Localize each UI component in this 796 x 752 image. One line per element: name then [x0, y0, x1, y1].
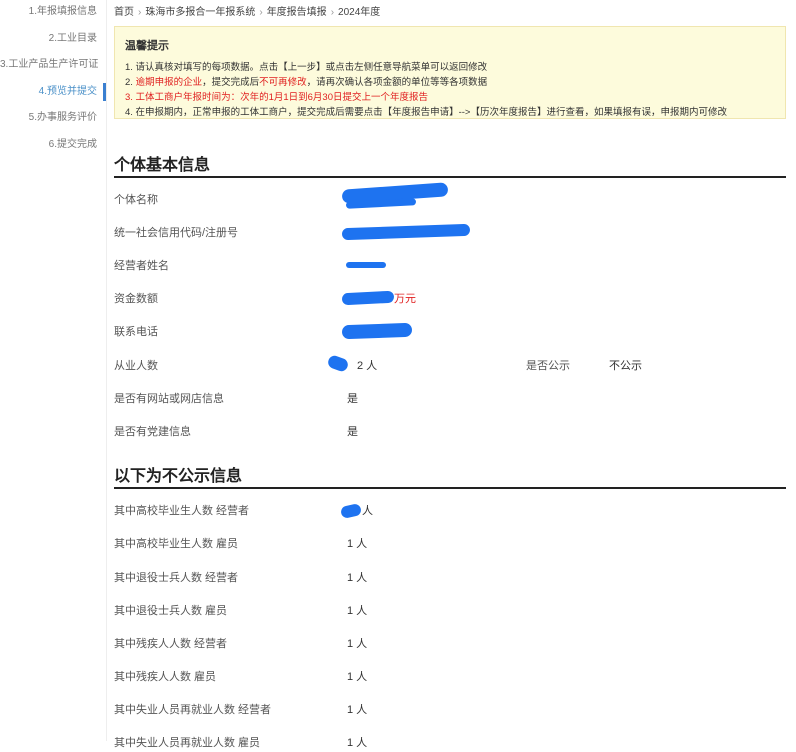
- breadcrumb-annual-report[interactable]: 年度报告填报: [267, 7, 327, 18]
- breadcrumb-separator: ›: [138, 7, 142, 18]
- notice-box: 温馨提示 1. 请认真核对填写的每项数据。点击【上一步】或点击左侧任意导航菜单可…: [114, 26, 786, 119]
- private-row-label: 其中失业人员再就业人数 雇员: [114, 737, 261, 749]
- table-row: 其中高校毕业生人数 雇员 1 人: [114, 535, 786, 553]
- operator-name-label: 经营者姓名: [114, 260, 169, 272]
- breadcrumb: 首页 › 珠海市多报合一年报系统 › 年度报告填报 › 2024年度: [114, 3, 381, 18]
- private-row-label: 其中残疾人人数 经营者: [114, 638, 228, 650]
- private-row-value: 1 人: [347, 572, 368, 584]
- breadcrumb-separator: ›: [259, 7, 263, 18]
- breadcrumb-system[interactable]: 珠海市多报合一年报系统: [145, 7, 255, 18]
- phone-label: 联系电话: [114, 326, 158, 338]
- sidebar-item-production-license[interactable]: 3.工业产品生产许可证: [0, 56, 106, 74]
- private-row-value: 1 人: [347, 538, 368, 550]
- notice-line-4: 4. 在申报期内，正常申报的工体工商户，提交完成后需要点击【年度报告申请】-->…: [125, 107, 727, 118]
- private-row-value: 1 人: [347, 704, 368, 716]
- private-row-value: 1 人: [347, 638, 368, 650]
- private-row-label: 其中高校毕业生人数 雇员: [114, 538, 239, 550]
- private-row-value: 1 人: [347, 605, 368, 617]
- capital-unit: 万元: [394, 293, 416, 305]
- table-row: 其中失业人员再就业人数 经营者 1 人: [114, 701, 786, 719]
- private-row-value: 人: [362, 505, 373, 517]
- sidebar-item-annual-report-info[interactable]: 1.年报填报信息: [0, 3, 106, 21]
- notice-line-1: 1. 请认真核对填写的每项数据。点击【上一步】或点击左侧任意导航菜单可以返回修改: [125, 62, 488, 73]
- breadcrumb-home[interactable]: 首页: [114, 7, 134, 18]
- table-row: 其中高校毕业生人数 经营者 人: [114, 502, 786, 520]
- table-row: 其中残疾人人数 雇员 1 人: [114, 668, 786, 686]
- private-row-value: 1 人: [347, 737, 368, 749]
- employees-value: 2 人: [357, 360, 378, 372]
- breadcrumb-separator: ›: [330, 7, 335, 18]
- private-row-label: 其中退役士兵人数 经营者: [114, 572, 239, 584]
- sidebar-item-preview-submit[interactable]: 4.预览并提交: [0, 83, 106, 101]
- section-title-private: 以下为不公示信息: [114, 468, 243, 485]
- redaction-mark: [341, 322, 413, 340]
- sidebar-divider: [106, 0, 107, 741]
- notice-line-2-suffix: ，请再次确认各项金额的单位等等各项数据: [306, 77, 488, 88]
- notice-line-2-mid: ，提交完成后: [202, 77, 260, 88]
- notice-line-2: 2. 逾期申报的企业，提交完成后不可再修改，请再次确认各项金额的单位等等各项数据: [125, 74, 487, 88]
- notice-line-2-late: 逾期申报的企业: [135, 77, 203, 88]
- private-row-value: 1 人: [347, 671, 368, 683]
- row-capital: 资金数额 万元: [114, 290, 786, 308]
- employees-label: 从业人数: [114, 360, 158, 372]
- party-value: 是: [347, 426, 358, 438]
- row-website: 是否有网站或网店信息 是: [114, 390, 786, 408]
- capital-label: 资金数额: [114, 293, 158, 305]
- notice-title: 温馨提示: [125, 40, 169, 52]
- notice-line-2-prefix: 2.: [125, 77, 136, 88]
- sidebar-item-service-evaluation[interactable]: 5.办事服务评价: [0, 109, 106, 127]
- public-value: 不公示: [609, 360, 642, 372]
- row-business-name: 个体名称: [114, 191, 786, 209]
- private-row-label: 其中退役士兵人数 雇员: [114, 605, 228, 617]
- notice-line-3: 3. 工体工商户年报时间为：次年的1月1日到6月30日提交上一个年度报告: [125, 92, 428, 103]
- breadcrumb-year: 2024年度: [338, 7, 381, 18]
- private-row-label: 其中残疾人人数 雇员: [114, 671, 217, 683]
- redaction-mark: [346, 262, 386, 268]
- business-name-label: 个体名称: [114, 194, 158, 206]
- table-row: 其中残疾人人数 经营者 1 人: [114, 635, 786, 653]
- section-divider: [114, 176, 786, 178]
- row-employees: 从业人数 2 人 是否公示 不公示: [114, 357, 786, 375]
- private-row-label: 其中失业人员再就业人数 经营者: [114, 704, 272, 716]
- table-row: 其中退役士兵人数 经营者 1 人: [114, 569, 786, 587]
- section-divider: [114, 487, 786, 489]
- sidebar-item-submit-complete[interactable]: 6.提交完成: [0, 136, 106, 154]
- row-party: 是否有党建信息 是: [114, 423, 786, 441]
- website-label: 是否有网站或网店信息: [114, 393, 224, 405]
- table-row: 其中退役士兵人数 雇员 1 人: [114, 602, 786, 620]
- private-row-label: 其中高校毕业生人数 经营者: [114, 505, 250, 517]
- party-label: 是否有党建信息: [114, 426, 191, 438]
- sidebar-item-industry-catalog[interactable]: 2.工业目录: [0, 30, 106, 48]
- section-title-basic: 个体基本信息: [114, 157, 211, 174]
- website-value: 是: [347, 393, 358, 405]
- public-label: 是否公示: [526, 360, 570, 372]
- table-row: 其中失业人员再就业人数 雇员 1 人: [114, 734, 786, 752]
- step-sidebar: 1.年报填报信息 2.工业目录 3.工业产品生产许可证 4.预览并提交 5.办事…: [0, 0, 106, 741]
- credit-code-label: 统一社会信用代码/注册号: [114, 227, 239, 239]
- row-operator-name: 经营者姓名: [114, 257, 786, 275]
- notice-line-2-nomodify: 不可再修改: [259, 77, 307, 88]
- row-phone: 联系电话: [114, 323, 786, 341]
